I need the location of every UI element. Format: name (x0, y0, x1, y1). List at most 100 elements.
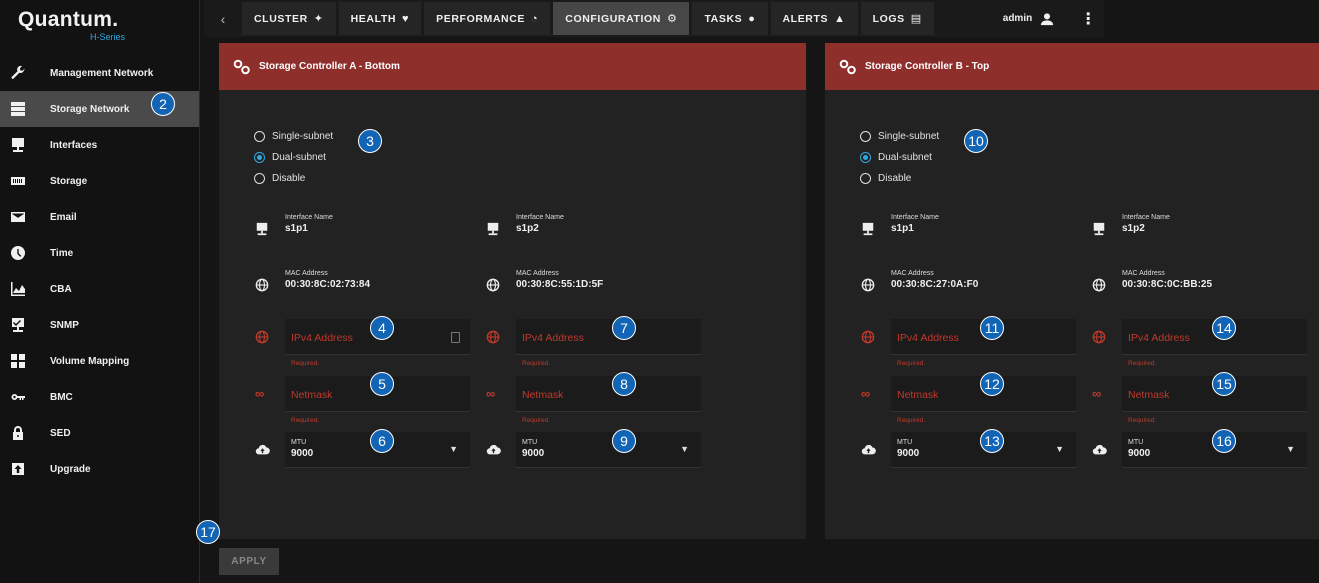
quantum-logo: Quantum. H-Series (0, 0, 199, 55)
callout-badge: 15 (1212, 372, 1236, 396)
chevron-down-icon[interactable]: ▼ (449, 444, 458, 454)
logs-icon: ▤ (910, 13, 922, 25)
subnet-radio-group: Single-subnet Dual-subnet Disable (254, 126, 333, 189)
radio-dual-subnet[interactable]: Dual-subnet (860, 147, 939, 168)
sidebar-item-sed[interactable]: SED (0, 415, 199, 451)
callout-badge: 11 (980, 316, 1004, 340)
infinity-icon: ∞ (486, 386, 496, 401)
radio-label: Dual-subnet (272, 152, 326, 163)
heart-icon: ♥ (402, 12, 410, 25)
mtu-select[interactable]: MTU 9000 ▼ (255, 432, 470, 468)
top-navigation: ‹ CLUSTER ✦ HEALTH ♥ PERFORMANCE ◔ CONFIGUR… (204, 0, 1104, 37)
interface-name-field: Interface Name s1p1 (255, 211, 470, 247)
field-value: 00:30:8C:0C:BB:25 (1122, 279, 1213, 290)
sidebar-item-email[interactable]: Email (0, 199, 199, 235)
sidebar-item-time[interactable]: Time (0, 235, 199, 271)
radio-single-subnet[interactable]: Single-subnet (860, 126, 939, 147)
tab-configuration[interactable]: CONFIGURATION ⚙ (553, 2, 690, 35)
mtu-select[interactable]: MTU 9000 ▼ (1092, 432, 1307, 468)
tab-tasks[interactable]: TASKS ● (692, 2, 768, 35)
callout-badge: 6 (370, 429, 394, 453)
netmask-input[interactable]: ∞ Netmask Required. (861, 376, 1076, 424)
tab-cluster[interactable]: CLUSTER ✦ (242, 2, 336, 35)
netmask-input[interactable]: ∞ Netmask Required. (255, 376, 470, 424)
field-value: s1p2 (516, 223, 539, 234)
tab-label: ALERTS (782, 12, 829, 25)
interface-name-field: Interface Name s1p1 (861, 211, 1076, 247)
tab-health[interactable]: HEALTH ♥ (338, 2, 422, 35)
ipv4-address-input[interactable]: IPv4 Address Required. (861, 319, 1076, 367)
radio-disable[interactable]: Disable (860, 168, 939, 189)
tab-performance[interactable]: PERFORMANCE ◔ (424, 2, 551, 35)
sidebar-item-snmp[interactable]: SNMP (0, 307, 199, 343)
placeholder: IPv4 Address (897, 332, 959, 344)
field-caption: MTU (897, 439, 913, 446)
callout-badge: 4 (370, 316, 394, 340)
sidebar-item-volume-mapping[interactable]: Volume Mapping (0, 343, 199, 379)
clipboard-icon[interactable] (451, 332, 460, 343)
field-caption: MAC Address (285, 270, 328, 277)
callout-badge: 2 (151, 92, 175, 116)
ipv4-address-input[interactable]: IPv4 Address Required. (255, 319, 470, 367)
user-icon (1041, 12, 1054, 25)
field-value: 9000 (1128, 448, 1151, 459)
wrench-icon (10, 65, 26, 81)
radio-disable[interactable]: Disable (254, 168, 333, 189)
sidebar-item-storage[interactable]: Storage (0, 163, 199, 199)
sidebar-item-label: BMC (50, 391, 73, 403)
subnet-radio-group: Single-subnet Dual-subnet Disable (860, 126, 939, 189)
apply-button[interactable]: APPLY (219, 548, 279, 575)
monitor-icon (255, 222, 269, 236)
chevron-down-icon[interactable]: ▼ (1055, 444, 1064, 454)
panel-header: Storage Controller A - Bottom (219, 43, 806, 90)
globe-icon (486, 330, 500, 349)
callout-badge: 3 (358, 129, 382, 153)
ipv4-address-input[interactable]: IPv4 Address Required. (486, 319, 701, 367)
chevron-left-icon[interactable]: ‹ (204, 11, 242, 27)
more-vert-icon[interactable]: ⋮ (1080, 9, 1096, 29)
envelope-icon (10, 209, 26, 225)
netmask-input[interactable]: ∞ Netmask Required. (486, 376, 701, 424)
monitor-icon (10, 137, 26, 153)
required-hint: Required. (291, 417, 320, 424)
sidebar: Quantum. H-Series Management Network Sto… (0, 0, 200, 583)
placeholder: IPv4 Address (522, 332, 584, 344)
mac-address-field: MAC Address 00:30:8C:02:73:84 (255, 267, 470, 303)
gears-icon (233, 59, 250, 74)
radio-single-subnet[interactable]: Single-subnet (254, 126, 333, 147)
tab-logs[interactable]: LOGS ▤ (860, 2, 934, 35)
mtu-select[interactable]: MTU 9000 ▼ (861, 432, 1076, 468)
sidebar-item-upgrade[interactable]: Upgrade (0, 451, 199, 487)
chevron-down-icon[interactable]: ▼ (680, 444, 689, 454)
tab-alerts[interactable]: ALERTS ▲ (770, 2, 858, 35)
ipv4-address-input[interactable]: IPv4 Address Required. (1092, 319, 1307, 367)
radio-label: Single-subnet (878, 131, 940, 142)
globe-icon (861, 330, 875, 349)
sidebar-item-label: SNMP (50, 319, 79, 331)
panel-header: Storage Controller B - Top (825, 43, 1319, 90)
callout-badge: 5 (370, 372, 394, 396)
callout-badge: 17 (196, 520, 220, 544)
sidebar-item-interfaces[interactable]: Interfaces (0, 127, 199, 163)
user-menu[interactable]: admin (1003, 12, 1054, 26)
required-hint: Required. (522, 360, 551, 367)
monitor-icon (861, 222, 875, 236)
netmask-input[interactable]: ∞ Netmask Required. (1092, 376, 1307, 424)
sidebar-item-cba[interactable]: CBA (0, 271, 199, 307)
sidebar-item-label: Time (50, 247, 74, 259)
field-value: 9000 (522, 448, 545, 459)
mtu-select[interactable]: MTU 9000 ▼ (486, 432, 701, 468)
field-caption: Interface Name (516, 214, 564, 221)
radio-dual-subnet[interactable]: Dual-subnet (254, 147, 333, 168)
sidebar-item-bmc[interactable]: BMC (0, 379, 199, 415)
monitor-icon (1092, 222, 1106, 236)
field-caption: MTU (1128, 439, 1144, 446)
field-value: 00:30:8C:27:0A:F0 (891, 279, 979, 290)
required-hint: Required. (522, 417, 551, 424)
required-hint: Required. (1128, 360, 1157, 367)
field-value: 00:30:8C:02:73:84 (285, 279, 371, 290)
infinity-icon: ∞ (1092, 386, 1102, 401)
chevron-down-icon[interactable]: ▼ (1286, 444, 1295, 454)
callout-badge: 16 (1212, 429, 1236, 453)
sidebar-item-management-network[interactable]: Management Network (0, 55, 199, 91)
